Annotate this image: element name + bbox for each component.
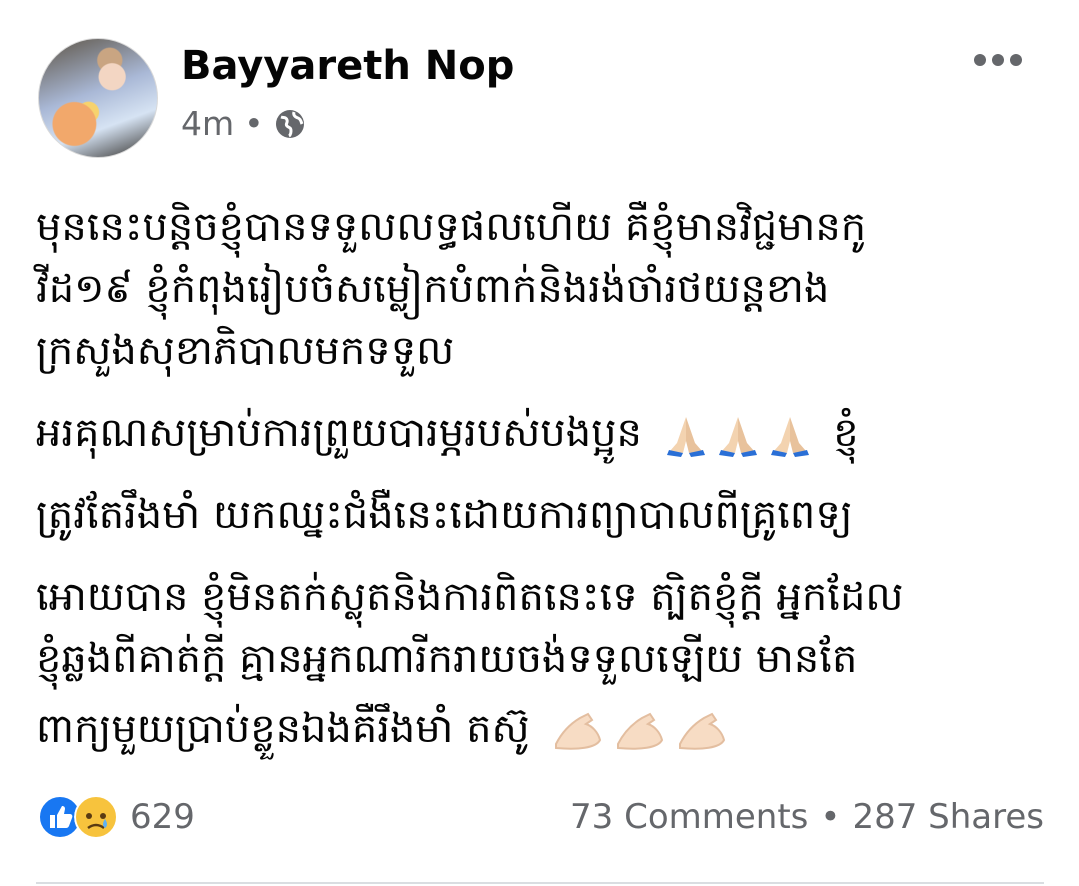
post-meta: 4m • (181, 104, 306, 143)
more-horizontal-icon-dot (974, 54, 986, 66)
more-horizontal-icon-dot (1010, 54, 1022, 66)
post-text-segment: ពាក្យមួយប្រាប់ខ្លួនឯងគឺរឹងមាំ តស៊ូ (36, 706, 530, 752)
post-text-segment: អរគុណសម្រាប់ការព្រួយបារម្ភរបស់បងប្អូន (36, 410, 642, 456)
divider (36, 882, 1044, 884)
post-text-line: ក្រសួងសុខាភិបាលមកទទួល (36, 328, 455, 374)
post-text-segment: ខ្ញុំ (833, 410, 859, 456)
post-text: មុននេះបន្តិចខ្ញុំបានទទួលលទ្ធផលហើយ គឺខ្ញុ… (36, 188, 1046, 778)
post-text-line-with-emoji: អរគុណសម្រាប់ការព្រួយបារម្ភរបស់បងប្អូន ខ្… (36, 404, 859, 462)
pray-emoji-group (665, 413, 811, 457)
globe-icon (275, 109, 304, 138)
more-options-button[interactable] (974, 50, 1024, 70)
folded-hands-emoji (666, 417, 705, 457)
engagement-counts: 73 Comments • 287 Shares (570, 797, 1044, 837)
stats-separator: • (820, 797, 841, 837)
flexed-biceps-emoji (555, 712, 602, 750)
flexed-biceps-emoji (679, 712, 726, 750)
sad-icon (74, 795, 118, 839)
post-text-line: ត្រូវតែរឹងមាំ យកឈ្នះជំងឺនេះដោយការព្យាបាល… (36, 492, 853, 538)
more-horizontal-icon-dot (992, 54, 1004, 66)
post-text-line: វីដ១៩ ខ្ញុំកំពុងរៀបចំសម្លៀកបំពាក់និងរង់ច… (36, 266, 830, 312)
post-time[interactable]: 4m (181, 104, 234, 143)
meta-separator: • (244, 104, 264, 143)
folded-hands-emoji (718, 417, 757, 457)
post-text-line-with-emoji: ពាក្យមួយប្រាប់ខ្លួនឯងគឺរឹងមាំ តស៊ូ (36, 700, 728, 758)
flexed-biceps-emoji (617, 712, 664, 750)
post-text-line: អោយបាន ខ្ញុំមិនតក់ស្លុតនិងការពិតនេះទេ ត្… (36, 574, 904, 620)
reaction-count: 629 (130, 797, 195, 837)
shares-link[interactable]: 287 Shares (852, 797, 1044, 837)
post-text-line: មុននេះបន្តិចខ្ញុំបានទទួលលទ្ធផលហើយ គឺខ្ញុ… (36, 204, 867, 250)
author-name[interactable]: Bayyareth Nop (181, 38, 514, 94)
folded-hands-emoji (770, 417, 809, 457)
post-text-line: ខ្ញុំឆ្លងពីគាត់ក្តី គ្មានអ្នកណារីករាយចង់… (36, 636, 858, 682)
post-header: Bayyareth Nop 4m • (0, 0, 1079, 170)
reaction-summary[interactable]: 629 (38, 795, 195, 839)
post-stats: 629 73 Comments • 287 Shares (38, 795, 1048, 843)
comments-link[interactable]: 73 Comments (570, 797, 808, 837)
flex-emoji-group (552, 710, 728, 752)
author-avatar[interactable] (38, 38, 158, 158)
